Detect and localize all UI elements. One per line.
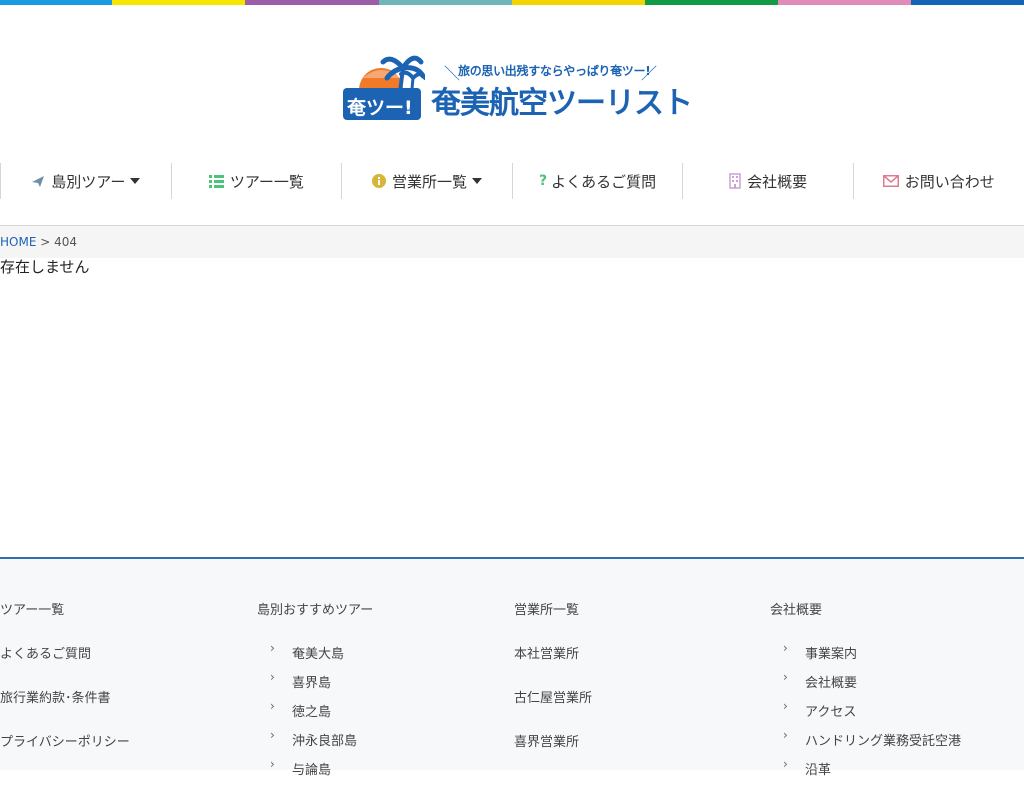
footer-col-offices: 営業所一覧 本社営業所 古仁屋営業所 喜界営業所 (514, 599, 592, 775)
not-found-message: 存在しません (0, 258, 90, 276)
stripe-segment (911, 0, 1024, 5)
palm-island-logo-icon: 奄ツー! (343, 55, 425, 120)
footer-col-company: 会社概要 事業案内 会社概要 アクセス ハンドリング業務受託空港 沿革 (770, 599, 961, 788)
footer-company-item[interactable]: ハンドリング業務受託空港 (770, 728, 961, 749)
footer-company-item[interactable]: 会社概要 (770, 670, 961, 691)
building-icon (729, 173, 741, 189)
nav-island-tours[interactable]: 島別ツアー (0, 163, 171, 199)
nav-label: ツアー一覧 (229, 172, 304, 191)
chevron-down-icon (471, 178, 482, 184)
logo-tagline: 旅の思い出残すならやっぱり奄ツー! (458, 64, 651, 78)
footer-link-office[interactable]: 本社営業所 (514, 643, 592, 662)
stripe-segment (778, 0, 911, 5)
site-footer: ツアー一覧 よくあるご質問 旅行業約款･条件書 プライバシーポリシー 島別おすす… (0, 557, 1024, 778)
footer-link-office[interactable]: 古仁屋営業所 (514, 687, 592, 706)
logo-company-name: 奄美航空ツーリスト (431, 86, 693, 121)
nav-contact[interactable]: お問い合わせ (852, 163, 1024, 199)
footer-heading-islands[interactable]: 島別おすすめツアー (257, 599, 373, 618)
list-icon (208, 174, 224, 188)
footer-company-item[interactable]: 沿革 (770, 757, 961, 778)
top-color-stripe (0, 0, 1024, 5)
footer-link-tour-list[interactable]: ツアー一覧 (0, 599, 130, 618)
footer-island-item[interactable]: 喜界島 (257, 670, 373, 691)
stripe-segment (0, 0, 112, 5)
nav-company[interactable]: 会社概要 (682, 163, 853, 199)
footer-heading-company[interactable]: 会社概要 (770, 599, 961, 618)
info-icon (371, 174, 386, 188)
logo-badge-text: 奄ツー! (346, 96, 413, 119)
stripe-segment (379, 0, 512, 5)
footer-link-terms[interactable]: 旅行業約款･条件書 (0, 687, 130, 706)
nav-label: お問い合わせ (904, 172, 995, 191)
footer-col-islands: 島別おすすめツアー 奄美大島 喜界島 徳之島 沖永良部島 与論島 (257, 599, 373, 788)
footer-island-item[interactable]: 与論島 (257, 757, 373, 778)
envelope-icon (882, 175, 899, 187)
stripe-segment (645, 0, 778, 5)
footer-link-faq[interactable]: よくあるご質問 (0, 643, 130, 662)
breadcrumb-current: 404 (54, 235, 78, 249)
chevron-down-icon (130, 178, 141, 184)
footer-island-item[interactable]: 奄美大島 (257, 641, 373, 662)
footer-link-office[interactable]: 喜界営業所 (514, 731, 592, 750)
nav-label: 会社概要 (747, 172, 808, 191)
nav-label: 島別ツアー (51, 172, 126, 191)
main-nav: 島別ツアー ツアー一覧 営業所一覧 ? よくあるご質問 会社概要 お問い合わせ (0, 163, 1024, 199)
footer-island-item[interactable]: 徳之島 (257, 699, 373, 720)
footer-col-tours: ツアー一覧 よくあるご質問 旅行業約款･条件書 プライバシーポリシー (0, 599, 130, 775)
nav-label: よくあるご質問 (551, 172, 657, 191)
breadcrumb-home-link[interactable]: HOME (0, 235, 36, 249)
footer-company-item[interactable]: 事業案内 (770, 641, 961, 662)
nav-faq[interactable]: ? よくあるご質問 (511, 163, 683, 199)
stripe-segment (112, 0, 245, 5)
breadcrumb-separator: > (40, 235, 51, 249)
airplane-icon (31, 174, 45, 188)
nav-tour-list[interactable]: ツアー一覧 (170, 163, 342, 199)
stripe-segment (512, 0, 645, 5)
question-icon: ? (539, 173, 548, 189)
footer-heading-offices[interactable]: 営業所一覧 (514, 599, 592, 618)
footer-link-privacy[interactable]: プライバシーポリシー (0, 731, 130, 750)
stripe-segment (245, 0, 379, 5)
footer-company-item[interactable]: アクセス (770, 699, 961, 720)
nav-label: 営業所一覧 (391, 172, 467, 191)
footer-island-item[interactable]: 沖永良部島 (257, 728, 373, 749)
site-logo[interactable]: 奄ツー! ＼ 旅の思い出残すならやっぱり奄ツー! ／ 奄美航空ツーリスト (343, 48, 693, 124)
breadcrumb: HOME > 404 (0, 226, 1024, 258)
nav-offices[interactable]: 営業所一覧 (341, 163, 512, 199)
